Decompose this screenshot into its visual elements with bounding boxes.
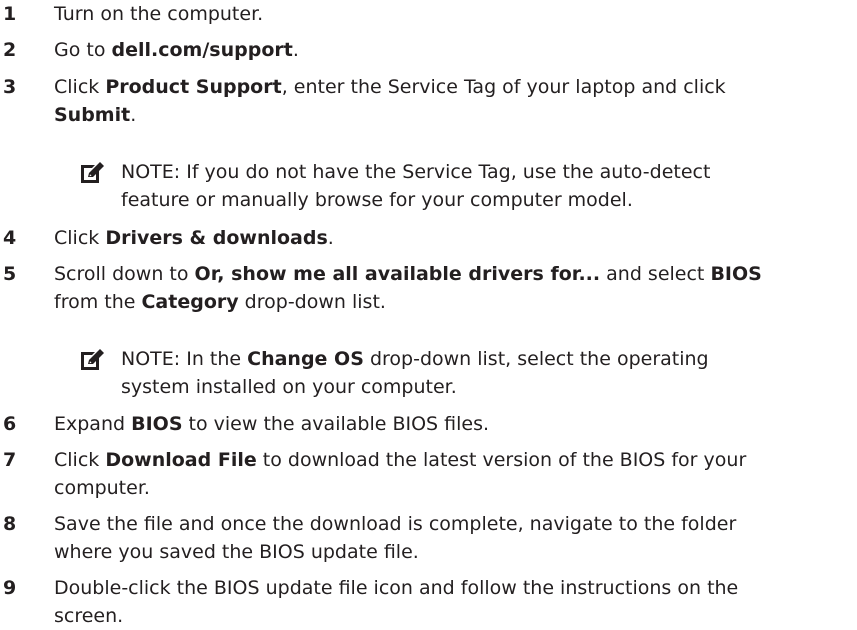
step-text: Click Download File to download the late… xyxy=(54,446,854,502)
bios-label: BIOS xyxy=(131,413,183,435)
step-number: 2 xyxy=(3,39,17,61)
step-text-segment: Click xyxy=(54,449,106,471)
step-text-segment: . xyxy=(130,104,137,126)
step-number: 5 xyxy=(3,263,17,285)
show-all-drivers-label: Or, show me all available drivers for... xyxy=(194,263,601,285)
step-text: Click Drivers & downloads. xyxy=(54,224,854,252)
step-number: 8 xyxy=(3,513,17,535)
download-file-label: Download File xyxy=(105,449,257,471)
step-text-segment: Save the file and once the download is c… xyxy=(54,513,737,535)
step-text: Expand BIOS to view the available BIOS f… xyxy=(54,410,854,438)
step-text: Click Product Support, enter the Service… xyxy=(54,73,854,129)
note-pencil-icon xyxy=(81,349,104,370)
step-text-segment: to download the latest version of the BI… xyxy=(256,449,747,471)
support-url-link-text: dell.com/support xyxy=(111,39,293,61)
step-text: Scroll down to Or, show me all available… xyxy=(54,260,854,316)
drivers-downloads-label: Drivers & downloads xyxy=(105,227,328,249)
step-text-segment: , enter the Service Tag of your laptop a… xyxy=(281,76,726,98)
step-text: Save the file and once the download is c… xyxy=(54,510,854,566)
step-text-segment: Click xyxy=(54,227,106,249)
step-number: 6 xyxy=(3,413,17,435)
note-label: NOTE: xyxy=(121,161,181,183)
bios-label: BIOS xyxy=(710,263,762,285)
change-os-label: Change OS xyxy=(247,348,364,370)
step-text: Go to dell.com/support. xyxy=(54,36,854,64)
step-text-segment: computer. xyxy=(54,477,150,499)
step-text-segment: Go to xyxy=(54,39,112,61)
note-text-segment: In the xyxy=(180,348,248,370)
step-text-segment: . xyxy=(327,227,334,249)
note-pencil-icon xyxy=(81,162,104,183)
step-number: 7 xyxy=(3,449,17,471)
note-text-segment: drop-down list, select the operating xyxy=(363,348,709,370)
document-page: 1 Turn on the computer. 2 Go to dell.com… xyxy=(0,0,857,627)
step-number: 3 xyxy=(3,76,17,98)
note-text-segment: feature or manually browse for your comp… xyxy=(121,189,633,211)
step-text: Double-click the BIOS update file icon a… xyxy=(54,574,854,630)
step-text-segment: drop-down list. xyxy=(238,291,386,313)
step-text-segment: . xyxy=(292,39,299,61)
note-text-segment: If you do not have the Service Tag, use … xyxy=(180,161,711,183)
step-text-segment: Scroll down to xyxy=(54,263,195,285)
step-text-segment: from the xyxy=(54,291,142,313)
note-text: NOTE: In the Change OS drop-down list, s… xyxy=(121,345,851,401)
step-text-segment: and select xyxy=(600,263,711,285)
note-text-segment: system installed on your computer. xyxy=(121,376,457,398)
product-support-label: Product Support xyxy=(105,76,282,98)
category-label: Category xyxy=(141,291,239,313)
step-text-segment: Expand xyxy=(54,413,132,435)
step-text-segment: Double-click the BIOS update file icon a… xyxy=(54,577,739,599)
step-text: Turn on the computer. xyxy=(54,0,854,28)
note-label: NOTE: xyxy=(121,348,181,370)
note-text: NOTE: If you do not have the Service Tag… xyxy=(121,158,851,214)
step-number: 4 xyxy=(3,227,17,249)
step-text-segment: where you saved the BIOS update file. xyxy=(54,541,419,563)
step-text-segment: to view the available BIOS files. xyxy=(182,413,490,435)
step-text-segment: Click xyxy=(54,76,106,98)
step-text-segment: Turn on the computer. xyxy=(54,3,264,25)
step-number: 1 xyxy=(3,3,17,25)
submit-label: Submit xyxy=(54,104,131,126)
step-number: 9 xyxy=(3,577,17,599)
